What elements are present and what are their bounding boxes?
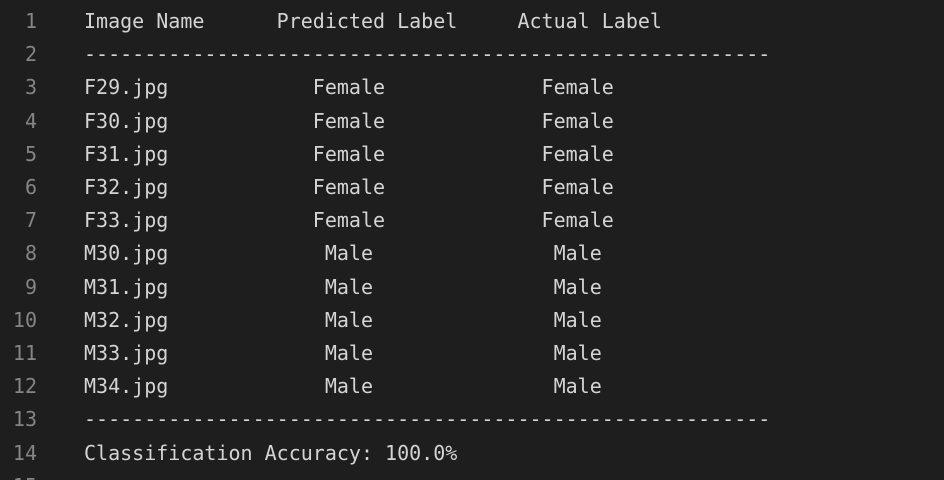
editor-line: 14 Classification Accuracy: 100.0% — [0, 437, 944, 470]
line-text: F33.jpg Female Female — [84, 208, 614, 233]
line-text: Image Name Predicted Label Actual Label — [84, 9, 662, 33]
line-text: F30.jpg Female Female — [84, 108, 614, 133]
editor-line: 6 F32.jpg Female Female — [0, 171, 944, 204]
line-text: F29.jpg Female Female — [84, 75, 614, 100]
line-text: M33.jpg Male Male — [84, 341, 602, 365]
editor-line: 12 M34.jpg Male Male — [0, 370, 944, 403]
editor-line: 8 M30.jpg Male Male — [0, 237, 944, 270]
line-text: ----------------------------------------… — [84, 407, 771, 432]
editor-line: 10 M32.jpg Male Male — [0, 304, 944, 337]
editor-line: 4 F30.jpg Female Female — [0, 105, 944, 138]
editor-line: 1 Image Name Predicted Label Actual Label — [0, 5, 944, 38]
text-editor[interactable]: 1 Image Name Predicted Label Actual Label… — [0, 0, 944, 480]
line-text: F31.jpg Female Female — [84, 141, 614, 166]
editor-line: 13 --------------------------------------… — [0, 403, 944, 436]
line-number: 12 — [12, 374, 37, 399]
editor-line: 3 F29.jpg Female Female — [0, 71, 944, 104]
line-text: Classification Accuracy: 100.0% — [84, 440, 458, 465]
line-number: 13 — [12, 407, 37, 432]
line-text: F32.jpg Female Female — [84, 175, 614, 199]
line-number: 7 — [24, 208, 37, 233]
line-text: M34.jpg Male Male — [84, 374, 602, 399]
editor-line: 9 M31.jpg Male Male — [0, 271, 944, 304]
line-number: 9 — [24, 274, 37, 299]
line-number: 15 — [0, 474, 37, 480]
editor-line: 5 F31.jpg Female Female — [0, 138, 944, 171]
line-text: M32.jpg Male Male — [84, 307, 602, 332]
line-number: 14 — [12, 440, 37, 465]
line-number: 2 — [24, 42, 37, 67]
line-text: M31.jpg Male Male — [84, 274, 602, 299]
line-number: 6 — [24, 175, 37, 199]
line-text: ----------------------------------------… — [84, 42, 771, 67]
line-number: 4 — [24, 108, 37, 133]
line-number: 11 — [12, 341, 37, 365]
line-number: 10 — [12, 307, 37, 332]
editor-line: 15 — [0, 470, 944, 480]
line-number: 5 — [24, 141, 37, 166]
editor-line: 2 ---------------------------------------… — [0, 38, 944, 71]
editor-line: 7 F33.jpg Female Female — [0, 204, 944, 237]
line-number: 8 — [24, 241, 37, 266]
line-text: M30.jpg Male Male — [84, 241, 602, 266]
line-number: 1 — [24, 9, 37, 33]
line-number: 3 — [24, 75, 37, 100]
editor-line: 11 M33.jpg Male Male — [0, 337, 944, 370]
